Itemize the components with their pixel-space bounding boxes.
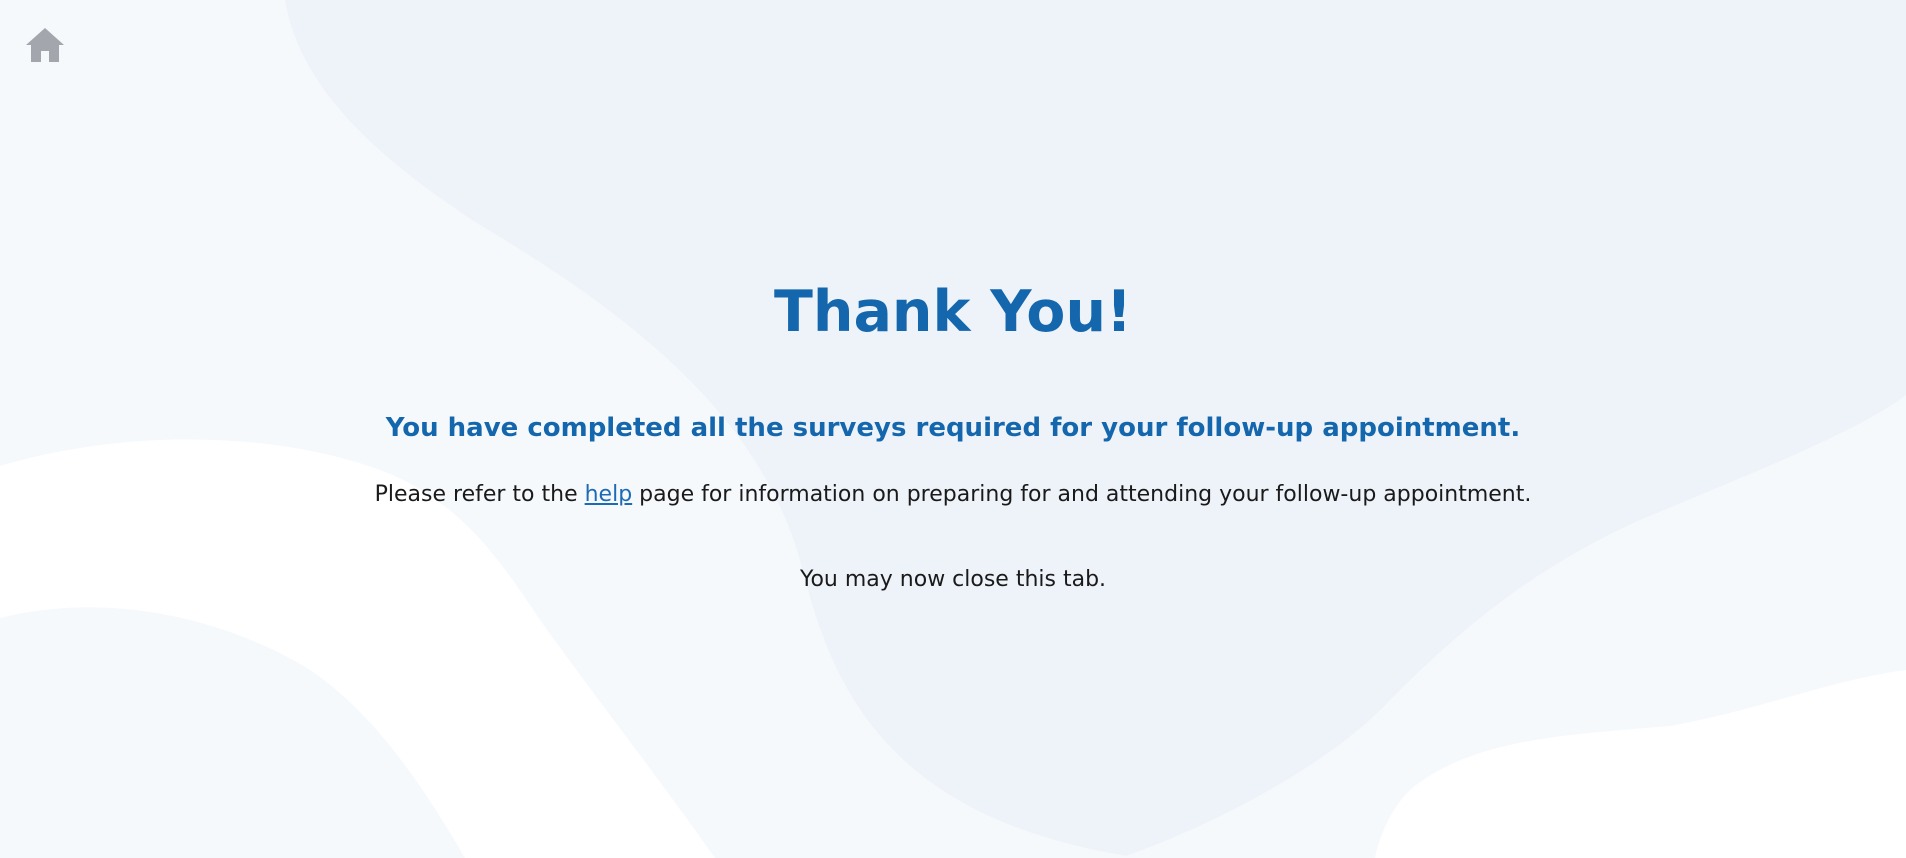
home-icon: [26, 28, 64, 62]
home-button[interactable]: [24, 26, 66, 64]
help-info-suffix: page for information on preparing for an…: [632, 482, 1532, 507]
close-tab-note: You may now close this tab.: [799, 567, 1107, 592]
completion-message: You have completed all the surveys requi…: [385, 413, 1521, 443]
help-info-prefix: Please refer to the: [374, 482, 585, 507]
page-title: Thank You!: [773, 279, 1133, 345]
help-link[interactable]: help: [585, 482, 633, 507]
help-info-text: Please refer to the help page for inform…: [0, 480, 1906, 510]
thank-you-panel: Thank You! You have completed all the su…: [0, 0, 1906, 858]
